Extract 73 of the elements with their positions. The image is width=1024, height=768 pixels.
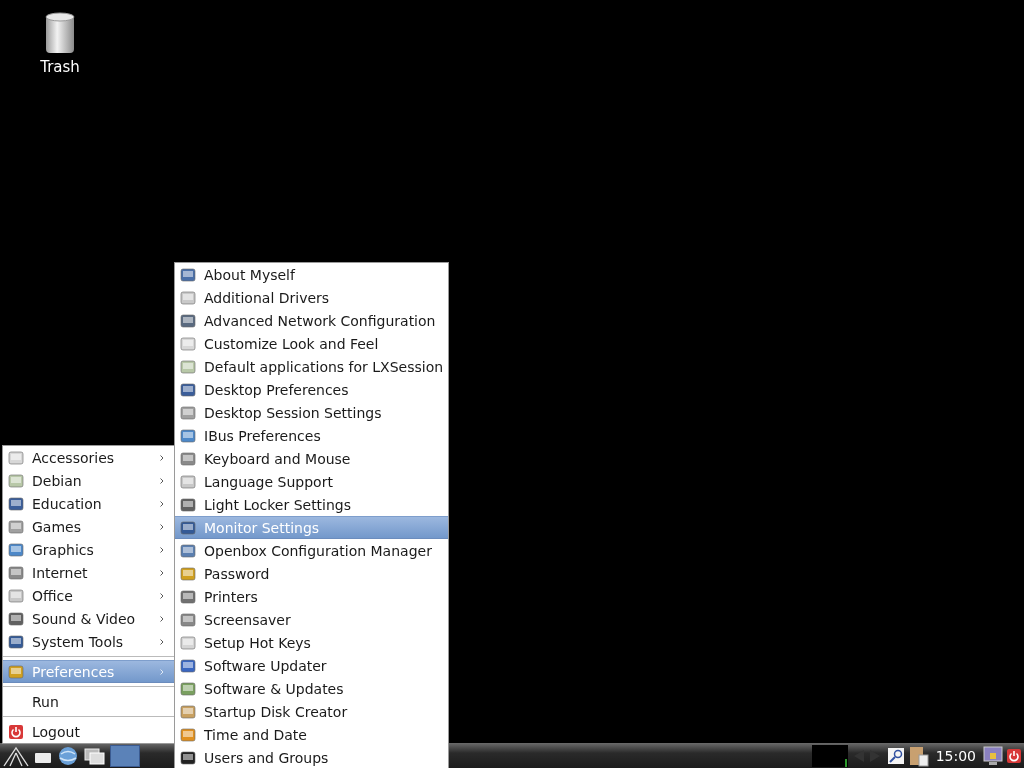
app-icon [180,611,196,628]
menu-item[interactable]: Startup Disk Creator [175,700,448,723]
menu-item[interactable]: Education [3,492,174,515]
globe-icon[interactable] [56,744,80,767]
menu-item[interactable]: Desktop Preferences [175,378,448,401]
menu-item[interactable]: Users and Groups [175,746,448,768]
app-icon [8,541,24,558]
app-icon [8,495,24,512]
app-icon [180,381,196,398]
app-icon [180,703,196,720]
app-icon [180,634,196,651]
menu-item[interactable]: About Myself [175,263,448,286]
cpu-graph [811,744,848,767]
menu-item[interactable]: Sound & Video [3,607,174,630]
app-icon [180,335,196,352]
menu-item[interactable]: IBus Preferences [175,424,448,447]
app-icon [180,542,196,559]
trash-icon[interactable] [45,12,75,54]
app-icon [8,564,24,581]
menu-item[interactable]: Software & Updates [175,677,448,700]
menu-item[interactable]: Software Updater [175,654,448,677]
app-icon [180,473,196,490]
app-icon [180,404,196,421]
app-icon [180,427,196,444]
app-icon [8,472,24,489]
app-icon [180,588,196,605]
menu-item[interactable]: Additional Drivers [175,286,448,309]
app-icon [180,496,196,513]
app-icon [180,565,196,582]
menu-item[interactable]: Desktop Session Settings [175,401,448,424]
lock-screen-icon[interactable] [982,744,1004,767]
app-icon [180,450,196,467]
menu-item[interactable]: Internet [3,561,174,584]
app-icon [8,449,24,466]
menu-item[interactable]: Default applications for LXSession [175,355,448,378]
app-icon [8,518,24,535]
menu-item[interactable]: Games [3,515,174,538]
app-icon [180,266,196,283]
menu-item[interactable]: Setup Hot Keys [175,631,448,654]
desktop-icon-label: Trash [40,58,80,76]
app-icon [8,587,24,604]
clock[interactable]: 15:00 [931,747,980,764]
menu-item[interactable]: System Tools [3,630,174,653]
app-icon [8,610,24,627]
app-icon [180,289,196,306]
app-icon [180,519,196,536]
power-icon[interactable] [1006,747,1022,764]
app-icon [8,633,24,650]
menu-item[interactable]: Office [3,584,174,607]
app-icon [8,663,24,680]
menu-item[interactable]: Printers [175,585,448,608]
menu-item[interactable]: Customize Look and Feel [175,332,448,355]
menu-item[interactable]: Time and Date [175,723,448,746]
menu-item[interactable]: Keyboard and Mouse [175,447,448,470]
menu-item[interactable]: Screensaver [175,608,448,631]
menu-item[interactable]: Accessories [3,446,174,469]
menu-item[interactable]: Password [175,562,448,585]
app-icon [180,726,196,743]
search-icon[interactable] [885,745,906,766]
menu-item[interactable]: Language Support [175,470,448,493]
app-icon [180,312,196,329]
app-icon [180,657,196,674]
power-icon [8,723,24,740]
menu-item[interactable]: Advanced Network Configuration [175,309,448,332]
menu-item[interactable]: Debian [3,469,174,492]
menu-item[interactable]: Graphics [3,538,174,561]
menu-item[interactable]: Logout [3,720,174,743]
menu-item[interactable]: Run [3,690,174,713]
menu-item[interactable]: Openbox Configuration Manager [175,539,448,562]
menu-item[interactable]: Light Locker Settings [175,493,448,516]
clipboard-icon[interactable] [907,744,930,767]
app-icon [180,358,196,375]
app-icon [180,680,196,697]
